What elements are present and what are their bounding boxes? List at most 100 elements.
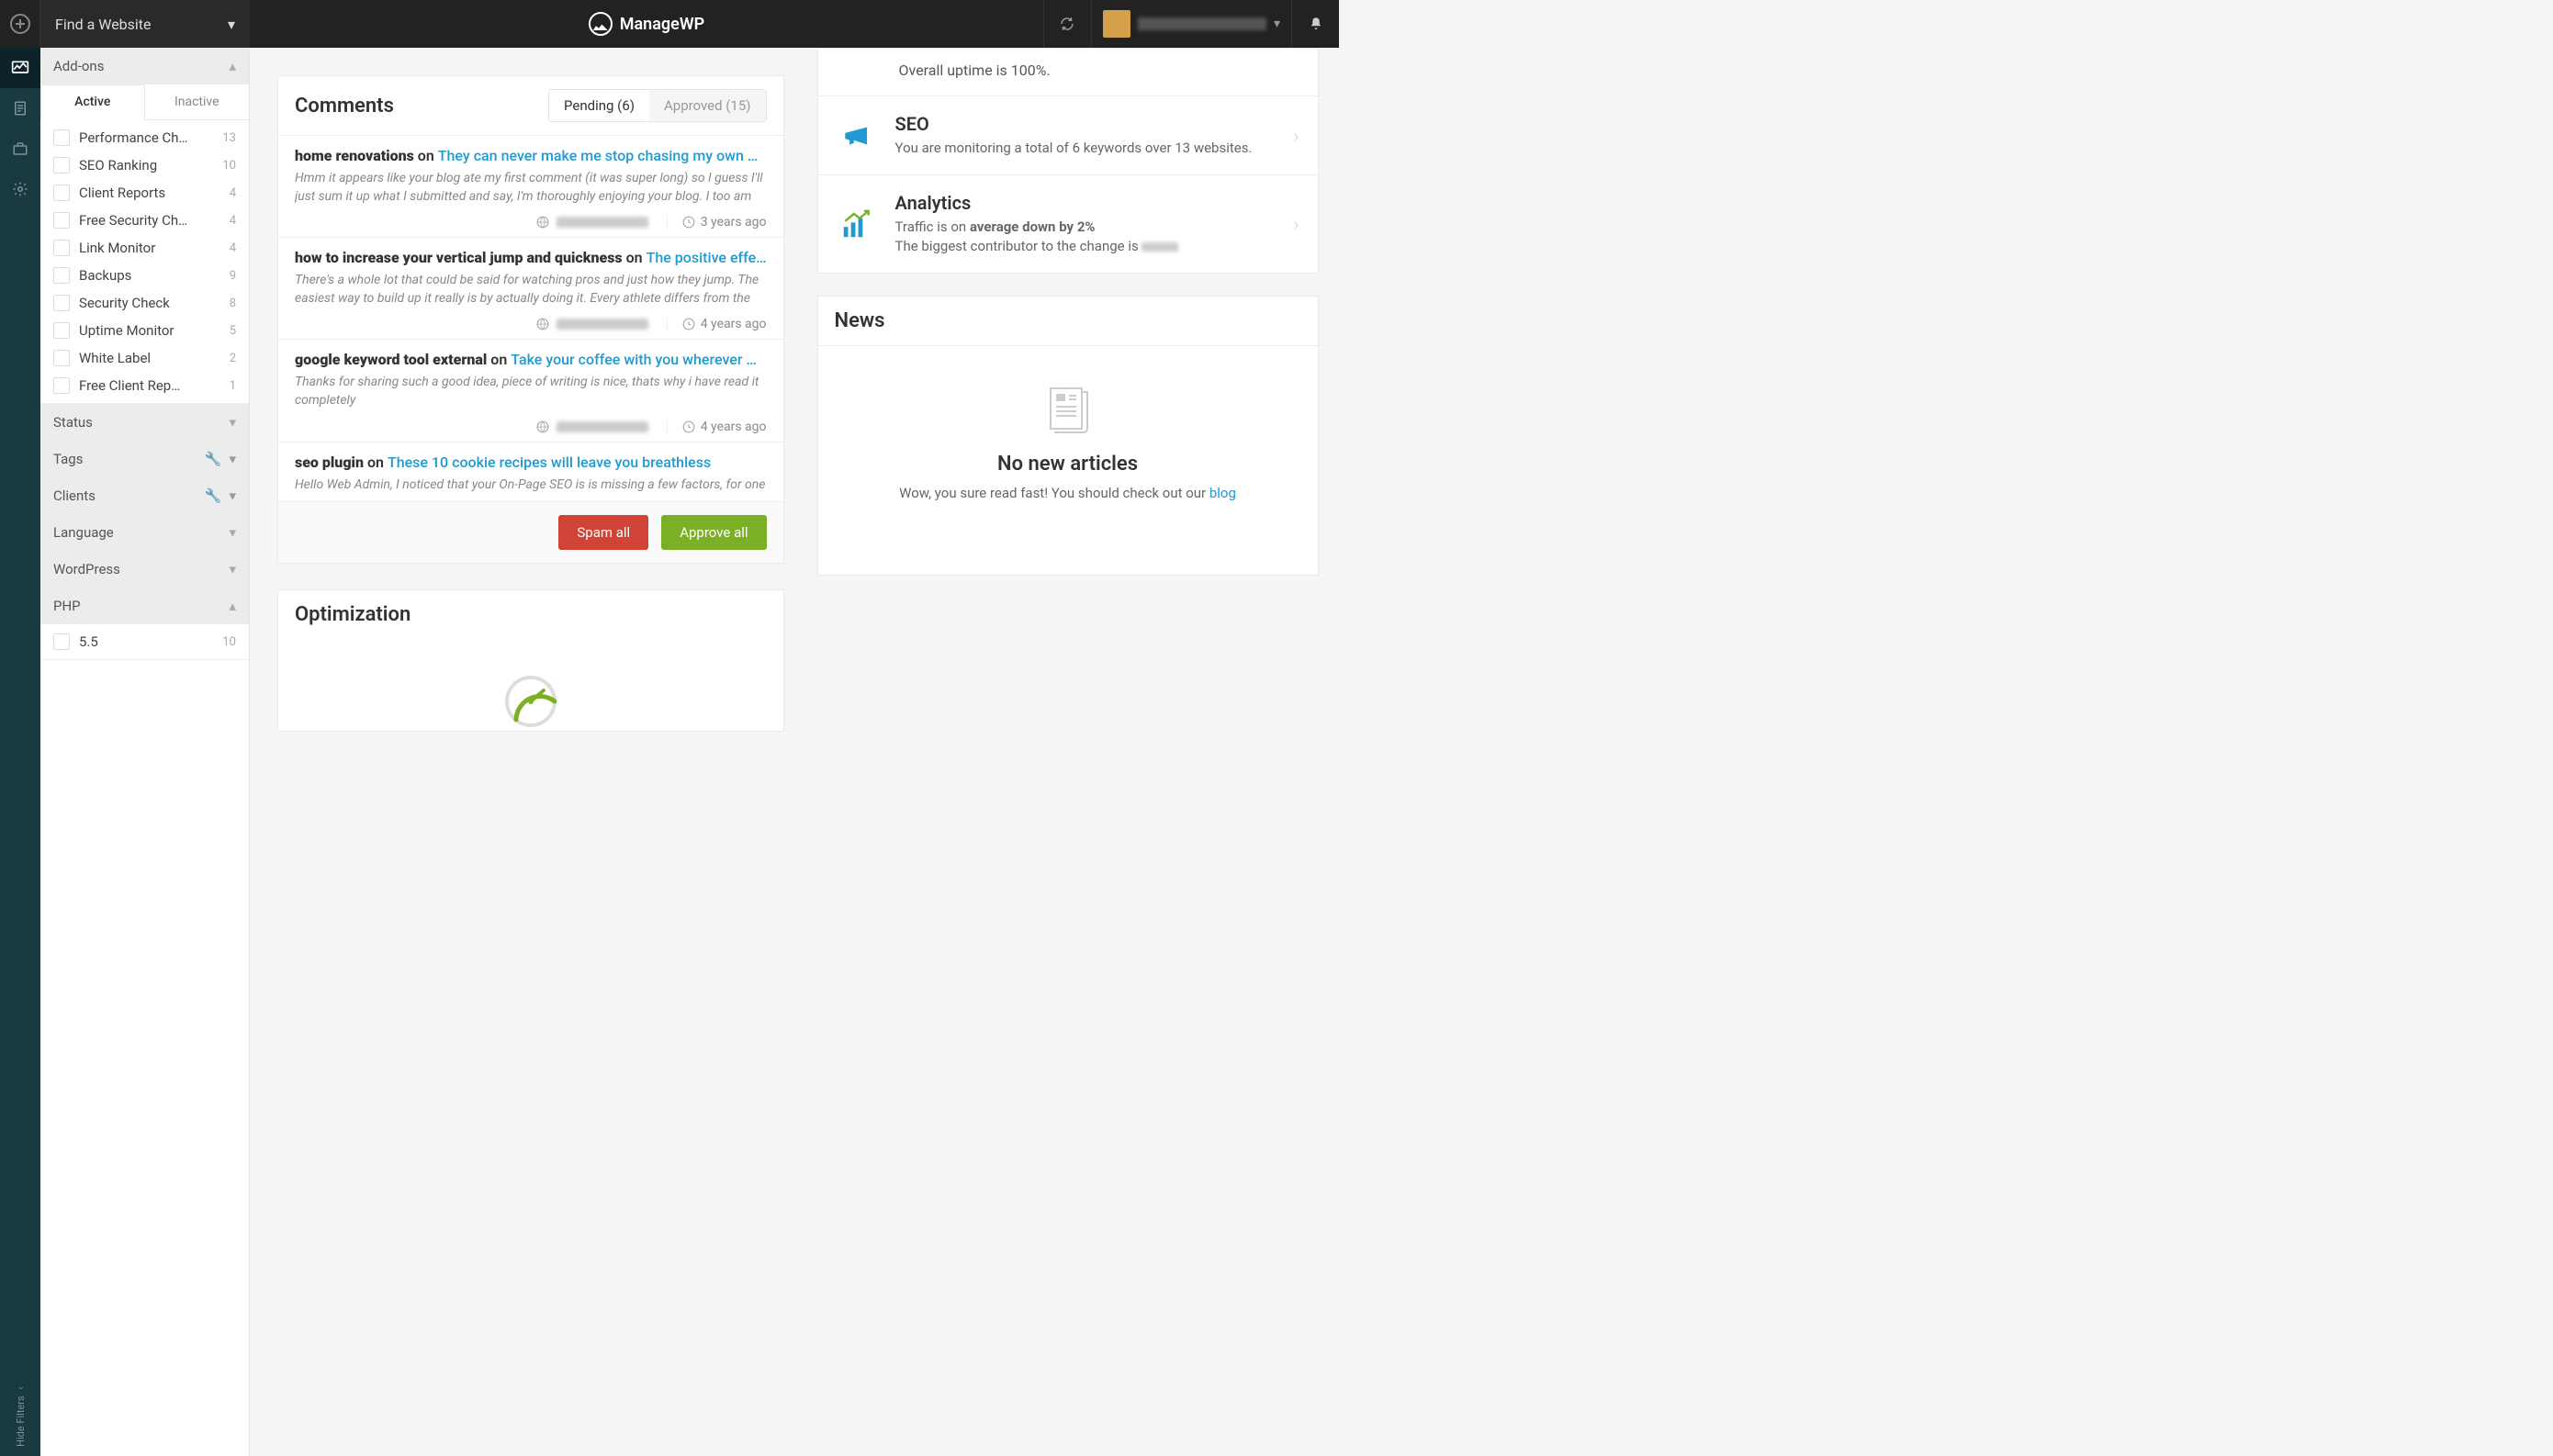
comment-body: Hello Web Admin, I noticed that your On-… — [295, 476, 767, 495]
tab-inactive[interactable]: Inactive — [145, 84, 250, 119]
approve-all-button[interactable]: Approve all — [661, 515, 766, 550]
newspaper-icon — [1045, 383, 1091, 434]
checkbox[interactable] — [53, 267, 70, 284]
comment-post-link[interactable]: Take your coffee with you wherever … — [511, 351, 757, 368]
bell-icon — [1308, 16, 1324, 32]
nav-toolbox[interactable] — [0, 129, 40, 169]
user-menu[interactable]: ▾ — [1091, 0, 1291, 48]
filter-item[interactable]: Free Security Ch… 4 — [40, 207, 249, 234]
filter-status-header[interactable]: Status ▾ — [40, 404, 249, 441]
megaphone-icon — [839, 118, 874, 153]
filter-item[interactable]: 5.5 10 — [40, 628, 249, 655]
checkbox[interactable] — [53, 377, 70, 394]
optimization-title: Optimization — [295, 603, 411, 626]
clock-icon — [682, 216, 695, 229]
chevron-up-icon: ▴ — [229, 598, 236, 614]
filter-label: Link Monitor — [79, 240, 230, 256]
checkbox[interactable] — [53, 350, 70, 366]
chevron-left-icon: ‹ — [15, 1387, 27, 1390]
tab-pending[interactable]: Pending (6) — [549, 90, 649, 121]
checkbox[interactable] — [53, 129, 70, 146]
tab-approved[interactable]: Approved (15) — [649, 90, 766, 121]
comment-title: google keyword tool external on Take you… — [295, 351, 767, 368]
filter-clients-header[interactable]: Clients 🔧▾ — [40, 477, 249, 514]
chevron-right-icon: › — [1294, 125, 1299, 147]
chevron-up-icon: ▴ — [229, 58, 236, 74]
nav-clipboard[interactable] — [0, 88, 40, 129]
comment-item[interactable]: google keyword tool external on Take you… — [278, 339, 783, 441]
comment-post-link[interactable]: The positive effe… — [647, 249, 767, 266]
filter-item[interactable]: Security Check 8 — [40, 289, 249, 317]
filter-count: 1 — [230, 379, 236, 393]
checkbox[interactable] — [53, 212, 70, 229]
checkbox[interactable] — [53, 295, 70, 311]
filter-item[interactable]: Link Monitor 4 — [40, 234, 249, 262]
comment-item[interactable]: seo plugin on These 10 cookie recipes wi… — [278, 442, 783, 502]
nav-dashboard[interactable] — [0, 48, 40, 88]
chevron-right-icon: › — [1294, 213, 1299, 235]
widget-analytics[interactable]: Analytics Traffic is on average down by … — [818, 174, 1318, 273]
news-empty-title: No new articles — [846, 453, 1290, 476]
filter-label: White Label — [79, 350, 230, 366]
filter-wordpress-header[interactable]: WordPress ▾ — [40, 551, 249, 588]
comment-item[interactable]: home renovations on They can never make … — [278, 135, 783, 237]
overview-widgets: Overall uptime is 100%. SEO You are moni… — [817, 48, 1319, 274]
hide-filters-toggle[interactable]: Hide Filters ‹ — [15, 1378, 27, 1456]
checkbox[interactable] — [53, 322, 70, 339]
comment-time: 3 years ago — [667, 215, 767, 230]
filter-php-header[interactable]: PHP ▴ — [40, 588, 249, 624]
comment-item[interactable]: how to increase your vertical jump and q… — [278, 237, 783, 339]
brand-logo-icon — [589, 12, 613, 36]
user-name — [1138, 17, 1266, 30]
globe-icon — [536, 420, 549, 433]
filter-item[interactable]: Free Client Rep… 1 — [40, 372, 249, 399]
nav-settings[interactable] — [0, 169, 40, 209]
checkbox[interactable] — [53, 157, 70, 174]
comments-title: Comments — [295, 95, 394, 118]
widget-desc: You are monitoring a total of 6 keywords… — [895, 139, 1276, 158]
widget-title: Analytics — [895, 192, 1276, 214]
spam-all-button[interactable]: Spam all — [558, 515, 648, 550]
news-empty-text: Wow, you sure read fast! You should chec… — [846, 485, 1290, 501]
tab-active[interactable]: Active — [40, 84, 145, 120]
refresh-icon — [1059, 16, 1075, 32]
plus-circle-icon — [9, 13, 31, 35]
checkbox[interactable] — [53, 633, 70, 650]
filter-count: 2 — [230, 352, 236, 365]
filter-count: 4 — [230, 214, 236, 228]
comments-actions: Spam all Approve all — [278, 501, 783, 563]
comment-title: how to increase your vertical jump and q… — [295, 249, 767, 266]
filter-count: 10 — [222, 159, 236, 173]
filter-label: Uptime Monitor — [79, 322, 230, 339]
filter-language-header[interactable]: Language ▾ — [40, 514, 249, 551]
filter-addons-header[interactable]: Add-ons ▴ — [40, 48, 249, 84]
refresh-button[interactable] — [1043, 0, 1091, 48]
gear-icon — [12, 181, 28, 197]
blog-link[interactable]: blog — [1209, 485, 1236, 501]
comment-title: seo plugin on These 10 cookie recipes wi… — [295, 454, 767, 471]
optimization-panel: Optimization — [277, 589, 784, 732]
filter-item[interactable]: SEO Ranking 10 — [40, 151, 249, 179]
add-site-button[interactable] — [0, 0, 40, 48]
filter-item[interactable]: White Label 2 — [40, 344, 249, 372]
filter-item[interactable]: Backups 9 — [40, 262, 249, 289]
checkbox[interactable] — [53, 185, 70, 201]
clock-icon — [682, 318, 695, 330]
filter-tags-header[interactable]: Tags 🔧▾ — [40, 441, 249, 477]
notifications-button[interactable] — [1291, 0, 1339, 48]
widget-seo[interactable]: SEO You are monitoring a total of 6 keyw… — [818, 95, 1318, 174]
comment-site — [536, 318, 648, 330]
filter-label: SEO Ranking — [79, 157, 222, 174]
toolbox-icon — [12, 140, 28, 157]
filter-label: Security Check — [79, 295, 230, 311]
caret-down-icon: ▾ — [228, 16, 235, 33]
filter-item[interactable]: Client Reports 4 — [40, 179, 249, 207]
find-website-dropdown[interactable]: Find a Website ▾ — [40, 0, 250, 48]
comment-post-link[interactable]: These 10 cookie recipes will leave you b… — [388, 454, 711, 471]
checkbox[interactable] — [53, 240, 70, 256]
comment-time: 4 years ago — [667, 420, 767, 434]
filter-item[interactable]: Performance Ch… 13 — [40, 124, 249, 151]
comment-post-link[interactable]: They can never make me stop chasing my o… — [438, 147, 758, 164]
analytics-icon — [839, 207, 874, 241]
filter-item[interactable]: Uptime Monitor 5 — [40, 317, 249, 344]
